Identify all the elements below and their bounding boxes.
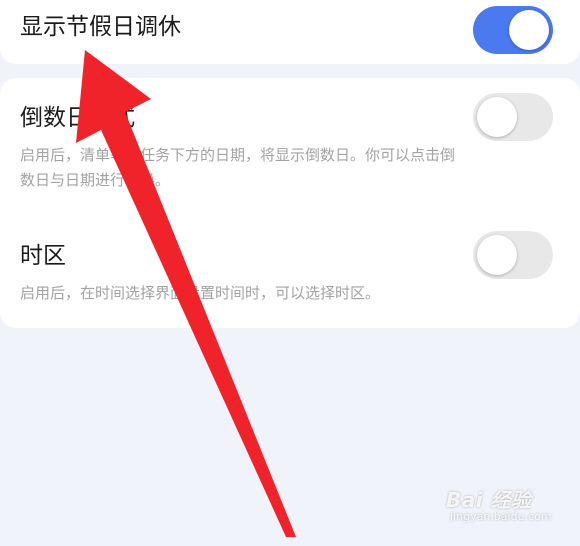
countdown-mode-title: 倒数日模式 bbox=[20, 105, 135, 131]
countdown-mode-description: 启用后，清单等各任务下方的日期，将显示倒数日。你可以点击倒数日与日期进行切换。 bbox=[20, 146, 456, 189]
watermark-logo: Bai 经验 bbox=[446, 488, 532, 512]
timezone-toggle[interactable] bbox=[473, 231, 553, 279]
toggle-knob bbox=[477, 235, 517, 275]
holiday-adjust-title: 显示节假日调休 bbox=[20, 14, 181, 40]
settings-card: 倒数日模式 启用后，清单等各任务下方的日期，将显示倒数日。你可以点击倒数日与日期… bbox=[0, 78, 580, 328]
timezone-title: 时区 bbox=[20, 243, 66, 269]
holiday-adjust-toggle[interactable] bbox=[473, 6, 553, 54]
baidu-watermark: Bai 经验 jingyan.baidu.com bbox=[446, 480, 566, 530]
toggle-knob bbox=[509, 10, 549, 50]
timezone-description: 启用后，在时间选择界面设置时间时，可以选择时区。 bbox=[20, 284, 381, 302]
toggle-knob bbox=[477, 97, 517, 137]
holiday-adjust-card: 显示节假日调休 bbox=[0, 0, 580, 64]
countdown-mode-toggle[interactable] bbox=[473, 93, 553, 141]
watermark-url: jingyan.baidu.com bbox=[450, 510, 552, 523]
